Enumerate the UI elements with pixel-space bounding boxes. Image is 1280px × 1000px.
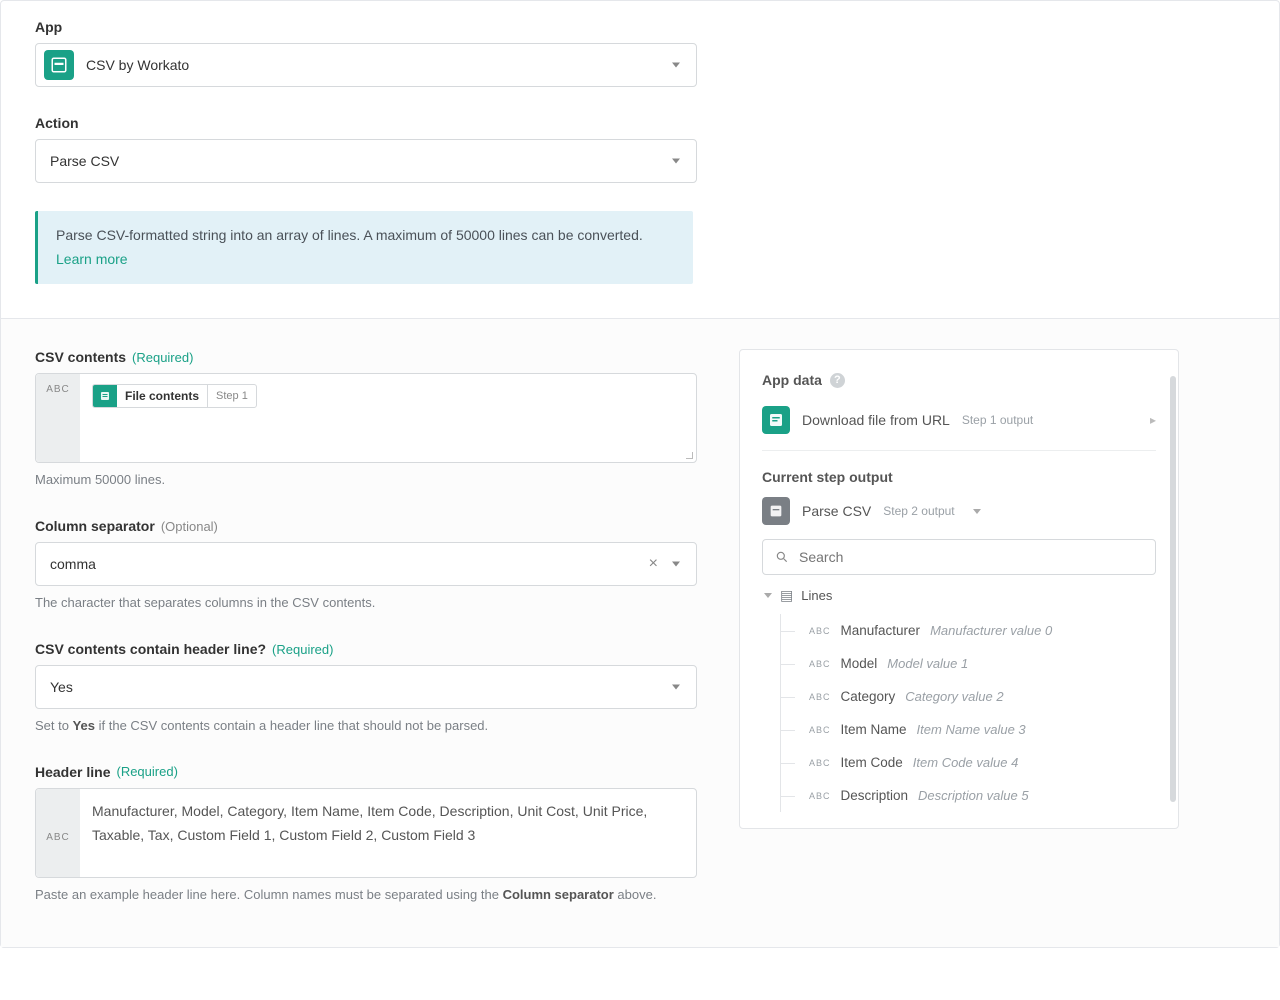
- field-name: Item Code: [841, 755, 903, 770]
- lines-node[interactable]: ▤ Lines: [762, 587, 1156, 604]
- abc-type-icon: ABC: [809, 659, 831, 669]
- current-step-title: Current step output: [762, 469, 1156, 485]
- download-step: Step 1 output: [962, 413, 1033, 427]
- abc-type-icon: ABC: [809, 758, 831, 768]
- download-source-icon: [762, 406, 790, 434]
- app-data-step-row[interactable]: Download file from URL Step 1 output ▸: [762, 402, 1156, 451]
- chevron-down-icon: [672, 63, 680, 68]
- csv-app-icon: [44, 50, 74, 80]
- header-line-label: Header line: [35, 764, 110, 780]
- csv-contents-hint: Maximum 50000 lines.: [35, 471, 697, 490]
- scrollbar[interactable]: [1170, 376, 1176, 802]
- output-field-row[interactable]: ABC Item Name Item Name value 3: [781, 713, 1156, 746]
- action-label: Action: [35, 115, 697, 131]
- field-sample-value: Item Code value 4: [913, 755, 1019, 770]
- required-tag: (Required): [132, 350, 193, 365]
- app-select-value: CSV by Workato: [86, 57, 189, 73]
- download-name: Download file from URL: [802, 412, 950, 428]
- action-select[interactable]: Parse CSV: [35, 139, 697, 183]
- column-separator-hint: The character that separates columns in …: [35, 594, 697, 613]
- file-contents-pill[interactable]: File contents Step 1: [92, 384, 257, 408]
- parse-name: Parse CSV: [802, 503, 871, 519]
- field-name: Item Name: [841, 722, 907, 737]
- has-header-value: Yes: [50, 679, 73, 695]
- chevron-down-icon: [672, 685, 680, 690]
- list-icon: ▤: [780, 587, 793, 604]
- pill-name: File contents: [117, 386, 207, 407]
- header-line-input[interactable]: ABC Manufacturer, Model, Category, Item …: [35, 788, 697, 878]
- field-name: Manufacturer: [841, 623, 921, 638]
- chevron-down-icon: [672, 159, 680, 164]
- info-text: Parse CSV-formatted string into an array…: [56, 227, 643, 243]
- field-sample-value: Model value 1: [887, 656, 968, 671]
- header-line-hint: Paste an example header line here. Colum…: [35, 886, 697, 905]
- csv-contents-input[interactable]: ABC File contents Step 1: [35, 373, 697, 463]
- field-name: Category: [841, 689, 896, 704]
- optional-tag: (Optional): [161, 519, 218, 534]
- caret-down-icon: [764, 593, 772, 598]
- output-search[interactable]: [762, 539, 1156, 575]
- output-field-row[interactable]: ABC Description Description value 5: [781, 779, 1156, 812]
- action-select-value: Parse CSV: [50, 153, 119, 169]
- parse-csv-icon: [762, 497, 790, 525]
- chevron-down-icon: [672, 562, 680, 567]
- has-header-label: CSV contents contain header line?: [35, 641, 266, 657]
- has-header-hint: Set to Yes if the CSV contents contain a…: [35, 717, 697, 736]
- output-field-row[interactable]: ABC Manufacturer Manufacturer value 0: [781, 614, 1156, 647]
- app-select[interactable]: CSV by Workato: [35, 43, 697, 87]
- has-header-select[interactable]: Yes: [35, 665, 697, 709]
- csv-contents-label: CSV contents: [35, 349, 126, 365]
- output-field-row[interactable]: ABC Item Code Item Code value 4: [781, 746, 1156, 779]
- column-separator-select[interactable]: comma ×: [35, 542, 697, 586]
- abc-type-icon: ABC: [809, 791, 831, 801]
- column-separator-value: comma: [50, 556, 96, 572]
- learn-more-link[interactable]: Learn more: [56, 249, 128, 271]
- search-icon: [775, 550, 789, 564]
- abc-type-icon: ABC: [809, 725, 831, 735]
- current-step-row[interactable]: Parse CSV Step 2 output: [762, 497, 1156, 525]
- field-name: Description: [841, 788, 909, 803]
- lines-label: Lines: [801, 588, 832, 603]
- output-search-input[interactable]: [799, 549, 1143, 565]
- chevron-right-icon: ▸: [1150, 413, 1156, 427]
- app-label: App: [35, 19, 697, 35]
- field-sample-value: Manufacturer value 0: [930, 623, 1052, 638]
- field-sample-value: Category value 2: [905, 689, 1003, 704]
- resize-handle-icon[interactable]: [683, 449, 695, 461]
- abc-type-icon: ABC: [809, 626, 831, 636]
- app-data-title: App data: [762, 372, 822, 388]
- info-callout: Parse CSV-formatted string into an array…: [35, 211, 693, 284]
- field-name: Model: [841, 656, 878, 671]
- abc-type-icon: ABC: [36, 789, 80, 877]
- output-panel: App data ? Download file from URL Step 1…: [739, 349, 1179, 829]
- field-sample-value: Item Name value 3: [917, 722, 1026, 737]
- abc-type-icon: ABC: [809, 692, 831, 702]
- parse-step: Step 2 output: [883, 504, 954, 518]
- header-line-value: Manufacturer, Model, Category, Item Name…: [80, 789, 696, 877]
- chevron-down-icon: [973, 509, 981, 514]
- pill-step: Step 1: [207, 385, 256, 407]
- abc-type-icon: ABC: [36, 374, 80, 462]
- column-separator-label: Column separator: [35, 518, 155, 534]
- help-icon[interactable]: ?: [830, 373, 845, 388]
- pill-source-icon: [93, 385, 117, 407]
- required-tag: (Required): [272, 642, 333, 657]
- required-tag: (Required): [116, 764, 177, 779]
- clear-icon[interactable]: ×: [649, 555, 658, 573]
- field-sample-value: Description value 5: [918, 788, 1029, 803]
- output-field-row[interactable]: ABC Category Category value 2: [781, 680, 1156, 713]
- output-field-row[interactable]: ABC Model Model value 1: [781, 647, 1156, 680]
